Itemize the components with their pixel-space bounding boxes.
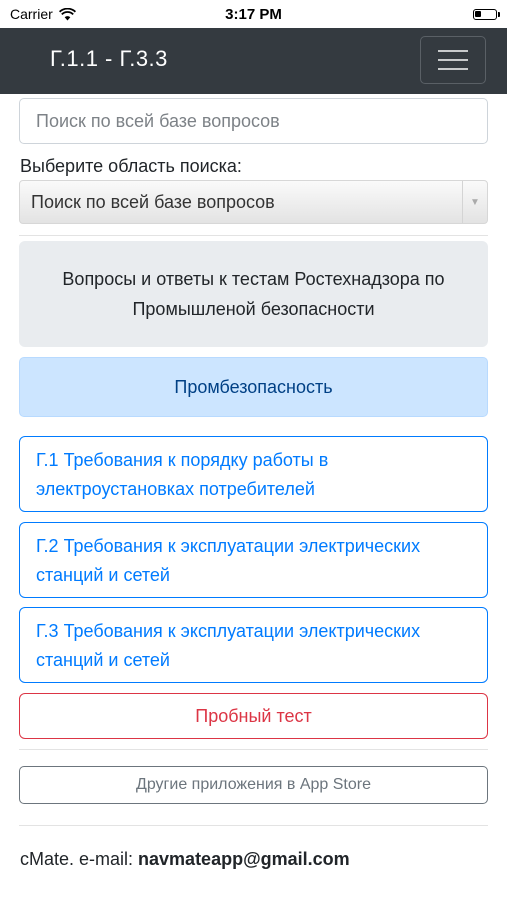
search-area-label: Выберите область поиска: (20, 156, 242, 176)
topic-label: Г.3 Требования к эксплуатации электричес… (36, 621, 421, 670)
navbar: Г.1.1 - Г.3.3 (0, 28, 507, 94)
email-link[interactable]: navmateapp@gmail.com (138, 849, 350, 869)
chevron-down-icon[interactable]: ▼ (462, 181, 487, 223)
footer-prefix: cMate. e-mail: (20, 849, 139, 869)
topic-label: Г.1 Требования к порядку работы в электр… (36, 450, 329, 499)
carrier-label: Carrier (10, 6, 53, 22)
intro-text: Вопросы и ответы к тестам Ростехнадзора … (62, 269, 445, 319)
navbar-title[interactable]: Г.1.1 - Г.3.3 (50, 46, 168, 72)
menu-line (438, 59, 468, 61)
status-time: 3:17 PM (225, 5, 282, 23)
divider (19, 825, 488, 826)
hamburger-menu-icon[interactable] (420, 36, 486, 84)
topic-label: Г.2 Требования к эксплуатации электричес… (36, 536, 421, 585)
menu-line (438, 50, 468, 52)
other-apps-label: Другие приложения в App Store (136, 776, 371, 793)
intro-jumbotron: Вопросы и ответы к тестам Ростехнадзора … (19, 241, 488, 347)
trial-test-label: Пробный тест (195, 705, 312, 726)
wifi-icon (58, 7, 76, 20)
other-apps-button[interactable]: Другие приложения в App Store (19, 766, 488, 804)
battery-icon (473, 8, 500, 20)
category-label: Промбезопасность (174, 376, 333, 397)
trial-test-button[interactable]: Пробный тест (19, 693, 488, 739)
menu-line (438, 68, 468, 70)
topic-button-g3[interactable]: Г.3 Требования к эксплуатации электричес… (19, 607, 488, 683)
footer: cMate. e-mail: navmateapp@gmail.com (20, 849, 350, 870)
divider (19, 749, 488, 750)
status-bar: Carrier 3:17 PM (0, 0, 507, 28)
status-right (337, 8, 500, 20)
topic-button-g1[interactable]: Г.1 Требования к порядку работы в электр… (19, 436, 488, 512)
category-header: Промбезопасность (19, 357, 488, 417)
search-area-selected-value: Поиск по всей базе вопросов (31, 191, 275, 212)
topic-button-g2[interactable]: Г.2 Требования к эксплуатации электричес… (19, 522, 488, 598)
search-area-select[interactable]: Поиск по всей базе вопросов ▼ (19, 180, 488, 224)
status-left: Carrier (10, 6, 170, 22)
battery-level (475, 10, 481, 17)
divider (19, 235, 488, 236)
search-input[interactable] (19, 98, 488, 144)
